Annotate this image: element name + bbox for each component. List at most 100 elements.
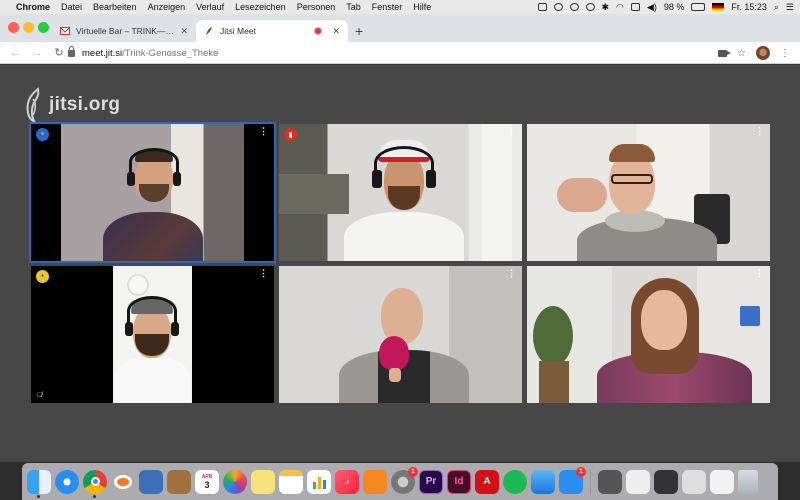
connection-indicator-icon[interactable]: ▮ xyxy=(284,128,297,141)
address-bar[interactable]: meet.jit.si/Trink-Genosse_Theke xyxy=(68,45,758,61)
tab-close-icon[interactable]: ✕ xyxy=(180,26,188,37)
calendar-icon[interactable]: APR 3 xyxy=(195,469,219,494)
chrome-icon[interactable] xyxy=(83,469,107,498)
preview-icon[interactable] xyxy=(139,469,163,494)
menu-anzeigen[interactable]: Anzeigen xyxy=(148,2,186,12)
battery-icon[interactable] xyxy=(691,3,706,11)
safari-icon[interactable] xyxy=(55,469,79,494)
notification-badge: 1 xyxy=(408,466,418,477)
video-tile-2[interactable]: ▮ ⋮ xyxy=(279,124,522,261)
tab-jitsi-meet[interactable]: Jitsi Meet ✕ xyxy=(196,20,348,42)
tile-menu-icon[interactable]: ⋮ xyxy=(507,269,516,278)
system-preferences-icon[interactable]: 1 xyxy=(391,466,418,494)
premiere-icon[interactable]: Pr xyxy=(419,469,443,494)
menu-fenster[interactable]: Fenster xyxy=(372,2,403,12)
tab-title: Virtuelle Bar – TRINK—GENOSSE xyxy=(76,26,176,36)
url-domain: meet.jit.si xyxy=(82,47,123,59)
window-close-button[interactable] xyxy=(8,22,19,33)
dock-separator xyxy=(590,468,591,495)
premiere-label: Pr xyxy=(425,476,437,487)
photos-icon[interactable] xyxy=(223,469,247,494)
blender-icon[interactable] xyxy=(111,470,135,494)
bluetooth-icon[interactable]: ✱ xyxy=(602,2,610,13)
airplay-icon[interactable] xyxy=(630,3,640,11)
indesign-label: Id xyxy=(454,476,464,487)
trash-icon[interactable] xyxy=(738,469,758,494)
dropbox-status-icon[interactable] xyxy=(537,3,547,11)
minimized-window-thumbnail[interactable] xyxy=(654,469,678,494)
jitsi-stage: jitsi.org • ⋮ ▮ ⋮ ⋮ • ⋮ 🎙̸ ⋮ ⋮ xyxy=(0,65,800,462)
video-tile-4[interactable]: • ⋮ 🎙̸ xyxy=(31,266,274,403)
macos-dock: APR 3 ♪ 1 Pr Id A 1 xyxy=(22,463,778,500)
connection-indicator-icon[interactable]: • xyxy=(36,270,49,283)
forward-button[interactable]: → xyxy=(30,47,44,59)
profile-avatar[interactable] xyxy=(756,46,770,60)
tile-menu-icon[interactable]: ⋮ xyxy=(755,269,764,278)
video-tile-3[interactable]: ⋮ xyxy=(527,124,770,261)
menu-lesezeichen[interactable]: Lesezeichen xyxy=(235,2,286,12)
sync-status-icon[interactable] xyxy=(553,3,563,11)
menu-bearbeiten[interactable]: Bearbeiten xyxy=(93,2,137,12)
back-button[interactable]: ← xyxy=(8,47,22,59)
menu-verlauf[interactable]: Verlauf xyxy=(196,2,224,12)
video-tile-1[interactable]: • ⋮ xyxy=(31,124,274,261)
wifi-icon[interactable]: ◠ xyxy=(616,2,624,13)
volume-icon[interactable]: ◀) xyxy=(647,2,657,13)
muted-microphone-icon: 🎙̸ xyxy=(37,392,43,399)
finder-icon[interactable] xyxy=(27,469,51,498)
menu-tab[interactable]: Tab xyxy=(346,2,361,12)
url-path: /Trink-Genosse_Theke xyxy=(122,47,219,59)
control-center-icon[interactable]: ☰ xyxy=(786,2,794,13)
new-tab-button[interactable]: + xyxy=(355,23,363,39)
books-icon[interactable] xyxy=(363,469,387,494)
window-zoom-button[interactable] xyxy=(38,22,49,33)
browser-tab-bar: Virtuelle Bar – TRINK—GENOSSE ✕ Jitsi Me… xyxy=(0,14,800,42)
stickies-icon[interactable] xyxy=(251,469,275,494)
app-store-icon[interactable]: 1 xyxy=(559,466,586,494)
macos-menubar: Chrome Datei Bearbeiten Anzeigen Verlauf… xyxy=(0,0,800,14)
minimized-window-thumbnail[interactable] xyxy=(682,469,706,494)
numbers-icon[interactable] xyxy=(307,469,331,494)
camera-in-use-icon[interactable] xyxy=(718,49,732,57)
menu-datei[interactable]: Datei xyxy=(61,2,82,12)
bookmark-star-icon[interactable]: ☆ xyxy=(737,48,746,59)
lock-icon[interactable] xyxy=(68,45,75,57)
menu-personen[interactable]: Personen xyxy=(297,2,336,12)
reload-button[interactable]: ↻ xyxy=(52,46,66,59)
tile-menu-icon[interactable]: ⋮ xyxy=(259,127,268,136)
indesign-icon[interactable]: Id xyxy=(447,469,471,494)
minimized-window-thumbnail[interactable] xyxy=(626,469,650,494)
creative-cloud-icon[interactable] xyxy=(585,3,595,11)
keyboard-layout-flag-icon[interactable] xyxy=(712,3,725,11)
spotlight-search-icon[interactable]: ⌕ xyxy=(774,2,779,13)
music-icon[interactable]: ♪ xyxy=(335,469,359,494)
notes-icon[interactable] xyxy=(279,469,303,494)
tab-title: Jitsi Meet xyxy=(220,26,256,36)
video-tile-6[interactable]: ⋮ xyxy=(527,266,770,403)
tab-virtuelle-bar[interactable]: Virtuelle Bar – TRINK—GENOSSE ✕ xyxy=(52,20,196,42)
notes-book-icon[interactable] xyxy=(167,469,191,494)
tile-menu-icon[interactable]: ⋮ xyxy=(755,127,764,136)
spotify-icon[interactable] xyxy=(503,469,527,494)
browser-toolbar: ← → ↻ meet.jit.si/Trink-Genosse_Theke ☆ … xyxy=(0,42,800,64)
window-minimize-button[interactable] xyxy=(23,22,34,33)
video-tile-5[interactable]: ⋮ xyxy=(279,266,522,403)
menu-hilfe[interactable]: Hilfe xyxy=(413,2,431,12)
connection-indicator-icon[interactable]: • xyxy=(36,128,49,141)
time-machine-icon[interactable] xyxy=(569,3,579,11)
tile-menu-icon[interactable]: ⋮ xyxy=(259,269,268,278)
minimized-window-thumbnail[interactable] xyxy=(710,469,734,494)
jitsi-logo-text: jitsi.org xyxy=(49,94,121,115)
jitsi-logo[interactable]: jitsi.org xyxy=(22,87,120,123)
recording-indicator-icon xyxy=(314,27,323,35)
minimized-window-thumbnail[interactable] xyxy=(598,469,622,494)
tab-close-icon[interactable]: ✕ xyxy=(332,26,340,37)
mail-icon[interactable] xyxy=(531,469,555,494)
menu-app-name[interactable]: Chrome xyxy=(16,2,50,12)
tile-menu-icon[interactable]: ⋮ xyxy=(507,127,516,136)
battery-percent[interactable]: 98 % xyxy=(664,2,685,12)
chrome-menu-icon[interactable]: ⋮ xyxy=(780,48,790,59)
acrobat-icon[interactable]: A xyxy=(475,469,499,494)
jitsi-logo-icon xyxy=(26,87,40,123)
menubar-clock[interactable]: Fr. 15:23 xyxy=(731,2,767,12)
